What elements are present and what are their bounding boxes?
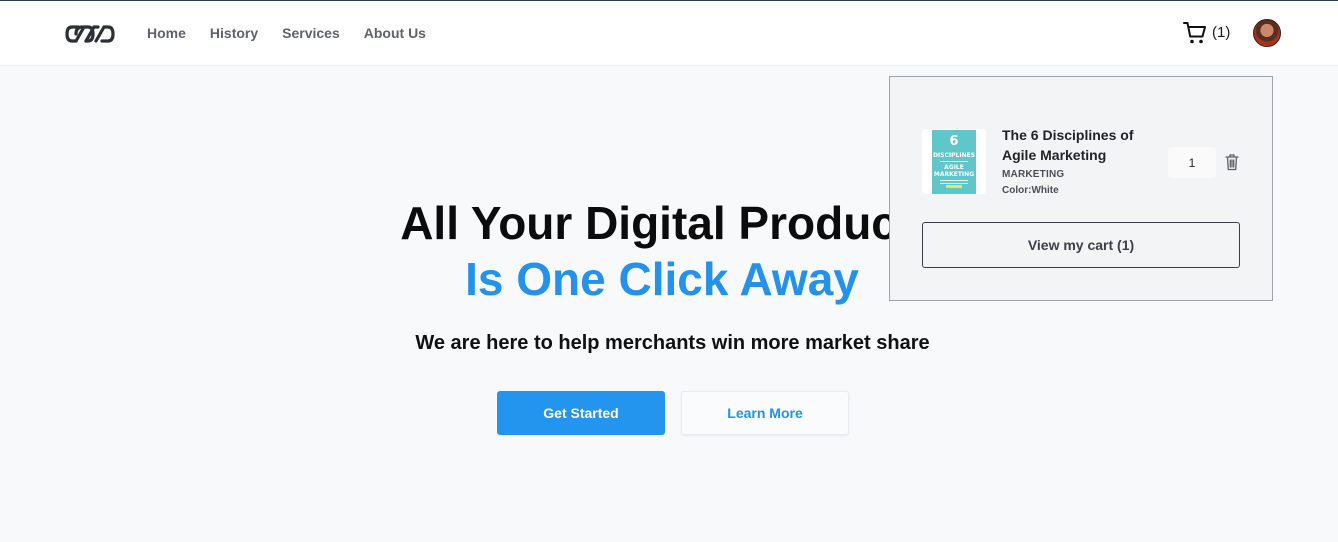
book-cover-divider bbox=[940, 160, 968, 162]
cart-item-title[interactable]: The 6 Disciplines of Agile Marketing bbox=[1002, 125, 1152, 165]
logo-icon[interactable] bbox=[64, 21, 116, 47]
book-cover-line3: MARKETING bbox=[933, 170, 975, 178]
cart-item-category: MARKETING bbox=[1002, 169, 1065, 180]
cart-item-color: Color:White bbox=[1002, 185, 1059, 196]
cart-icon bbox=[1183, 22, 1206, 44]
navbar: Home History Services About Us (1) bbox=[0, 1, 1338, 66]
trash-icon[interactable] bbox=[1225, 153, 1239, 171]
cart-dropdown: 6 DISCIPLINES AGILE MARKETING The 6 Disc… bbox=[889, 76, 1273, 301]
get-started-button[interactable]: Get Started bbox=[497, 391, 665, 435]
book-cover-line2: AGILE bbox=[944, 163, 964, 171]
nav-services-link[interactable]: Services bbox=[282, 23, 340, 43]
book-cover-divider bbox=[940, 182, 968, 184]
avatar[interactable] bbox=[1253, 19, 1281, 47]
nav-history-link[interactable]: History bbox=[210, 23, 258, 43]
cart-item-thumbnail[interactable]: 6 DISCIPLINES AGILE MARKETING bbox=[922, 129, 986, 194]
learn-more-button[interactable]: Learn More bbox=[681, 391, 849, 435]
nav-home-link[interactable]: Home bbox=[147, 23, 186, 43]
book-cover-image: 6 DISCIPLINES AGILE MARKETING bbox=[932, 129, 976, 194]
cart-button[interactable]: (1) bbox=[1183, 20, 1230, 46]
book-cover-divider bbox=[940, 179, 968, 181]
book-cover-footer bbox=[946, 184, 962, 188]
cart-count-badge: (1) bbox=[1212, 24, 1231, 41]
nav-about-link[interactable]: About Us bbox=[364, 23, 426, 43]
main-nav: Home History Services About Us bbox=[147, 23, 426, 43]
book-cover-number: 6 bbox=[949, 133, 959, 149]
book-cover-line1: DISCIPLINES bbox=[932, 151, 976, 159]
quantity-input[interactable] bbox=[1168, 147, 1216, 178]
view-cart-button[interactable]: View my cart (1) bbox=[922, 222, 1240, 268]
hero-subtitle: We are here to help merchants win more m… bbox=[415, 332, 930, 354]
